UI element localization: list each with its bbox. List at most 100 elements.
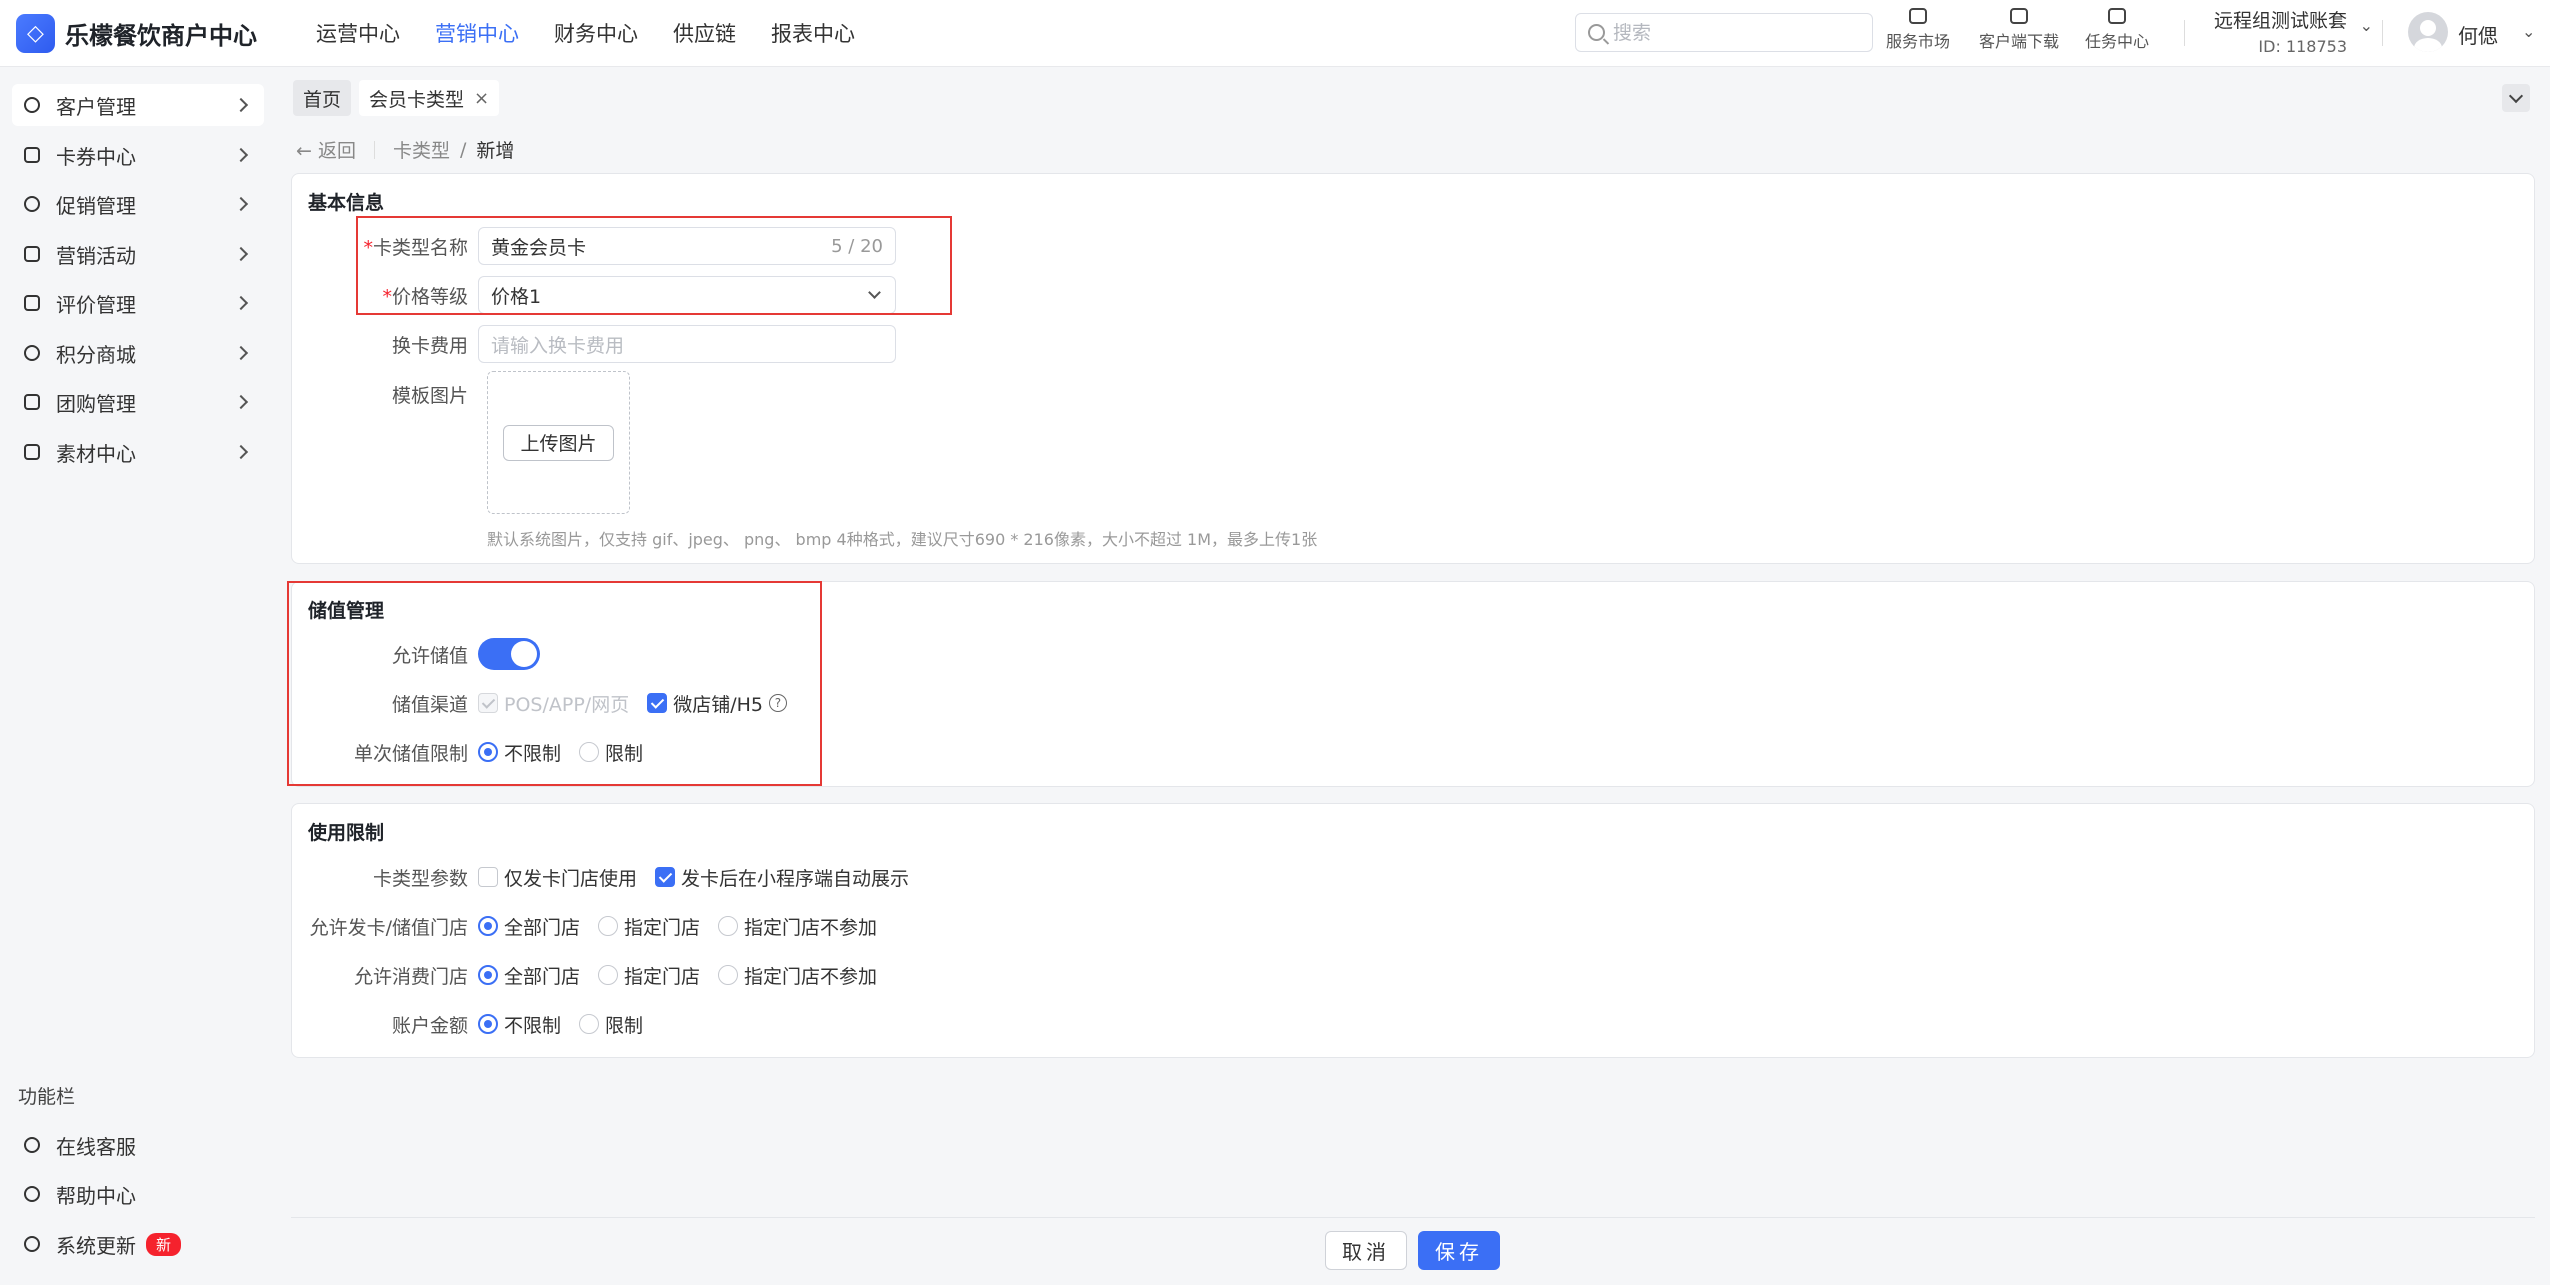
task-center-button[interactable]: 任务中心: [2085, 8, 2149, 52]
back-button[interactable]: ← 返回: [296, 136, 356, 163]
radio[interactable]: [579, 742, 600, 762]
tab-member-card-type[interactable]: 会员卡类型 ×: [359, 80, 500, 116]
cancel-button[interactable]: 取消: [1325, 1231, 1407, 1270]
issue-all-stores-radio[interactable]: 全部门店: [478, 913, 580, 940]
divider: [2184, 20, 2185, 46]
topnav-reports[interactable]: 报表中心: [771, 18, 855, 48]
topnav-finance[interactable]: 财务中心: [554, 18, 638, 48]
account-switcher[interactable]: 远程组测试账套 ID: 118753 ⌄: [2214, 6, 2373, 56]
top-nav: 运营中心 营销中心 财务中心 供应链 报表中心: [316, 18, 890, 48]
stored-limit-label: 单次储值限制: [353, 742, 468, 765]
sidebar-item-reviews[interactable]: 评价管理: [12, 282, 264, 324]
store-icon: [24, 394, 40, 410]
sidebar-item-points-mall[interactable]: 积分商城: [12, 332, 264, 374]
page-tabs: 首页 会员卡类型 ×: [293, 80, 507, 116]
service-market-label: 服务市场: [1886, 32, 1951, 51]
service-market-button[interactable]: 服务市场: [1886, 8, 1950, 52]
radio[interactable]: [718, 965, 739, 985]
change-fee-input[interactable]: 请输入换卡费用: [478, 325, 896, 363]
sidebar-section-title: 功能栏: [18, 1086, 76, 1108]
basic-info-title: 基本信息: [308, 192, 385, 214]
radio[interactable]: [598, 916, 619, 936]
upload-hint: 默认系统图片，仅支持 gif、jpeg、 png、 bmp 4种格式，建议尺寸6…: [487, 530, 1318, 549]
price-level-select[interactable]: 价格1: [478, 276, 896, 314]
sidebar-item-system-update[interactable]: 系统更新 新: [12, 1223, 264, 1265]
issue-store-label: 允许发卡/储值门店: [309, 916, 468, 939]
sidebar-item-group-buy[interactable]: 团购管理: [12, 381, 264, 423]
chevron-down-icon[interactable]: ⌄: [2522, 22, 2535, 41]
issue-excluded-radio[interactable]: 指定门店不参加: [718, 913, 877, 940]
topnav-supply-chain[interactable]: 供应链: [673, 18, 736, 48]
stored-value-title: 储值管理: [308, 600, 385, 622]
chevron-down-icon: [868, 286, 881, 299]
topnav-marketing[interactable]: 营销中心: [435, 18, 519, 48]
consume-specified-radio[interactable]: 指定门店: [598, 962, 700, 989]
chevron-right-icon: [233, 196, 249, 212]
limit-none-radio[interactable]: 不限制: [478, 739, 561, 766]
checkbox[interactable]: [647, 693, 668, 713]
search-box[interactable]: [1575, 13, 1873, 52]
store-only-checkbox[interactable]: 仅发卡门店使用: [478, 864, 637, 891]
chevron-right-icon: [233, 394, 249, 410]
tab-label: 首页: [303, 88, 342, 111]
radio[interactable]: [718, 916, 739, 936]
upload-area[interactable]: 上传图片: [487, 371, 630, 514]
usage-limits-title: 使用限制: [308, 822, 385, 844]
logo[interactable]: ◇ 乐檬餐饮商户中心: [16, 13, 286, 53]
headset-icon: [24, 1137, 40, 1153]
sidebar-item-online-service[interactable]: 在线客服: [12, 1124, 264, 1166]
top-header: ◇ 乐檬餐饮商户中心 运营中心 营销中心 财务中心 供应链 报表中心: [0, 0, 2550, 67]
ticket-icon: [24, 147, 40, 163]
consume-all-stores-radio[interactable]: 全部门店: [478, 962, 580, 989]
limit-on-radio[interactable]: 限制: [579, 739, 643, 766]
stored-value-card: 储值管理 允许储值 储值渠道 POS/APP/网页 微店铺/H5 ? 单次储值限…: [291, 581, 2535, 787]
topnav-operations[interactable]: 运营中心: [316, 18, 400, 48]
arrow-left-icon: ←: [296, 140, 312, 162]
radio[interactable]: [478, 742, 498, 762]
tabs-dropdown-button[interactable]: [2502, 84, 2530, 112]
change-fee-label: 换卡费用: [391, 334, 468, 357]
amount-none-radio[interactable]: 不限制: [478, 1011, 561, 1038]
close-icon[interactable]: ×: [474, 88, 489, 109]
image-icon: [24, 444, 40, 460]
shop-bag-icon: [1909, 8, 1927, 24]
issue-store-row: 允许发卡/储值门店 全部门店 指定门店 指定门店不参加: [292, 906, 895, 946]
search-input[interactable]: [1613, 21, 1853, 44]
channel-wx-checkbox[interactable]: 微店铺/H5 ?: [647, 690, 787, 717]
stored-channel-label: 储值渠道: [391, 693, 468, 716]
breadcrumb-parent[interactable]: 卡类型: [393, 136, 450, 163]
radio[interactable]: [478, 916, 498, 936]
radio[interactable]: [579, 1014, 600, 1034]
consume-store-label: 允许消费门店: [353, 965, 468, 988]
tab-home[interactable]: 首页: [293, 80, 352, 116]
amount-on-radio[interactable]: 限制: [579, 1011, 643, 1038]
sidebar-item-materials[interactable]: 素材中心: [12, 431, 264, 473]
card-name-input[interactable]: 黄金会员卡 5 / 20: [478, 227, 896, 265]
avatar[interactable]: [2408, 12, 2448, 52]
divider: [2382, 20, 2383, 46]
usage-limits-card: 使用限制 卡类型参数 仅发卡门店使用 发卡后在小程序端自动展示 允许发卡/储值门…: [291, 803, 2535, 1058]
sidebar-item-coupons[interactable]: 卡券中心: [12, 134, 264, 176]
allow-stored-toggle[interactable]: [478, 638, 540, 670]
upload-image-button[interactable]: 上传图片: [503, 424, 614, 461]
consume-excluded-radio[interactable]: 指定门店不参加: [718, 962, 877, 989]
radio[interactable]: [478, 965, 498, 985]
sidebar-item-label: 素材中心: [56, 441, 136, 466]
radio[interactable]: [598, 965, 619, 985]
save-button[interactable]: 保存: [1418, 1231, 1500, 1270]
template-image-label: 模板图片: [391, 384, 468, 407]
refresh-icon: [24, 1236, 40, 1252]
help-icon[interactable]: ?: [768, 694, 787, 712]
checkbox[interactable]: [655, 867, 676, 887]
sidebar-item-help[interactable]: 帮助中心: [12, 1173, 264, 1215]
sidebar-item-marketing-events[interactable]: 营销活动: [12, 233, 264, 275]
issue-specified-radio[interactable]: 指定门店: [598, 913, 700, 940]
sidebar-item-promotions[interactable]: 促销管理: [12, 183, 264, 225]
radio[interactable]: [478, 1014, 498, 1034]
user-name[interactable]: 何偲: [2458, 20, 2498, 49]
auto-show-checkbox[interactable]: 发卡后在小程序端自动展示: [655, 864, 909, 891]
sidebar-item-customers[interactable]: 客户管理: [12, 84, 264, 126]
client-download-button[interactable]: 客户端下载: [1979, 8, 2059, 52]
checkbox[interactable]: [478, 867, 498, 887]
chevron-right-icon: [233, 97, 249, 113]
